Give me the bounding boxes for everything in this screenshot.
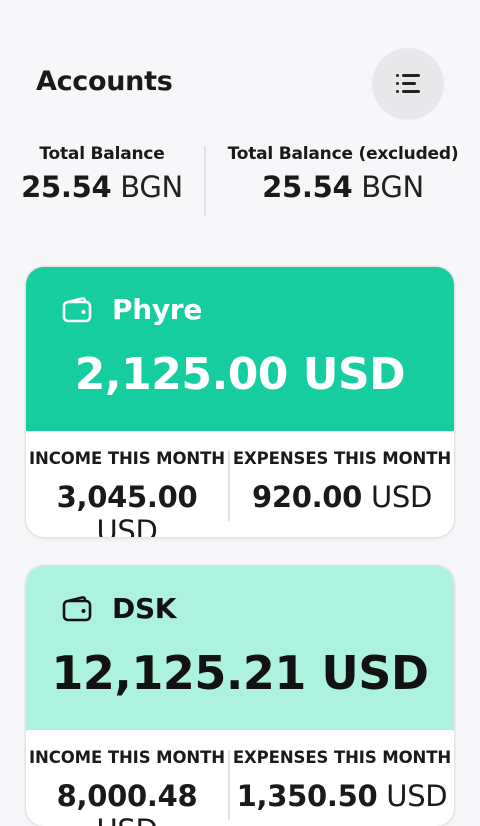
account-balance: 12,125.21 USD <box>51 646 429 700</box>
income-amount: 8,000.48 <box>56 779 198 813</box>
wallet-icon <box>62 595 92 621</box>
expenses-stat: EXPENSES THIS MONTH 920.00 USD <box>230 449 454 514</box>
total-balance: Total Balance 25.54 BGN <box>0 140 204 204</box>
expenses-amount: 920.00 <box>251 480 363 514</box>
account-header: DSK 12,125.21 USD <box>26 566 454 730</box>
account-name: Phyre <box>112 293 203 326</box>
account-stats: INCOME THIS MONTH 8,000.48 USD EXPENSES … <box>26 730 454 826</box>
wallet-icon <box>62 296 92 322</box>
total-balance-value: 25.54 BGN <box>0 170 204 204</box>
total-balance-excluded-amount: 25.54 <box>262 170 353 204</box>
account-name: DSK <box>112 592 177 625</box>
total-balance-label: Total Balance <box>39 144 165 164</box>
income-label: INCOME THIS MONTH <box>29 748 225 767</box>
expenses-currency: USD <box>370 480 433 514</box>
income-label: INCOME THIS MONTH <box>29 449 225 468</box>
income-currency: USD <box>96 813 157 826</box>
menu-icon <box>396 74 420 94</box>
account-card-phyre[interactable]: Phyre 2,125.00 USD INCOME THIS MONTH 3,0… <box>26 267 454 537</box>
expenses-label: EXPENSES THIS MONTH <box>232 748 452 767</box>
menu-button[interactable] <box>372 48 444 120</box>
expenses-value: 920.00 USD <box>230 480 454 514</box>
total-balance-currency: BGN <box>120 170 183 204</box>
income-value: 3,045.00 USD <box>26 480 228 537</box>
total-balance-excluded-label: Total Balance (excluded) <box>227 144 459 164</box>
expenses-stat: EXPENSES THIS MONTH 1,350.50 USD <box>230 748 454 813</box>
income-amount: 3,045.00 <box>56 480 198 514</box>
expenses-amount: 1,350.50 <box>236 779 378 813</box>
income-stat: INCOME THIS MONTH 8,000.48 USD <box>26 748 228 826</box>
income-value: 8,000.48 USD <box>26 779 228 826</box>
total-balance-excluded-currency: BGN <box>361 170 424 204</box>
expenses-currency: USD <box>386 779 448 813</box>
income-currency: USD <box>96 514 158 537</box>
account-stats: INCOME THIS MONTH 3,045.00 USD EXPENSES … <box>26 431 454 537</box>
total-balance-excluded-value: 25.54 BGN <box>206 170 480 204</box>
account-card-dsk[interactable]: DSK 12,125.21 USD INCOME THIS MONTH 8,00… <box>26 566 454 826</box>
total-balance-amount: 25.54 <box>21 170 112 204</box>
totals-summary: Total Balance 25.54 BGN Total Balance (e… <box>0 140 480 220</box>
account-balance: 2,125.00 USD <box>74 349 406 400</box>
total-balance-excluded: Total Balance (excluded) 25.54 BGN <box>206 140 480 204</box>
income-stat: INCOME THIS MONTH 3,045.00 USD <box>26 449 228 537</box>
account-header: Phyre 2,125.00 USD <box>26 267 454 431</box>
expenses-value: 1,350.50 USD <box>230 779 454 813</box>
expenses-label: EXPENSES THIS MONTH <box>232 449 452 468</box>
